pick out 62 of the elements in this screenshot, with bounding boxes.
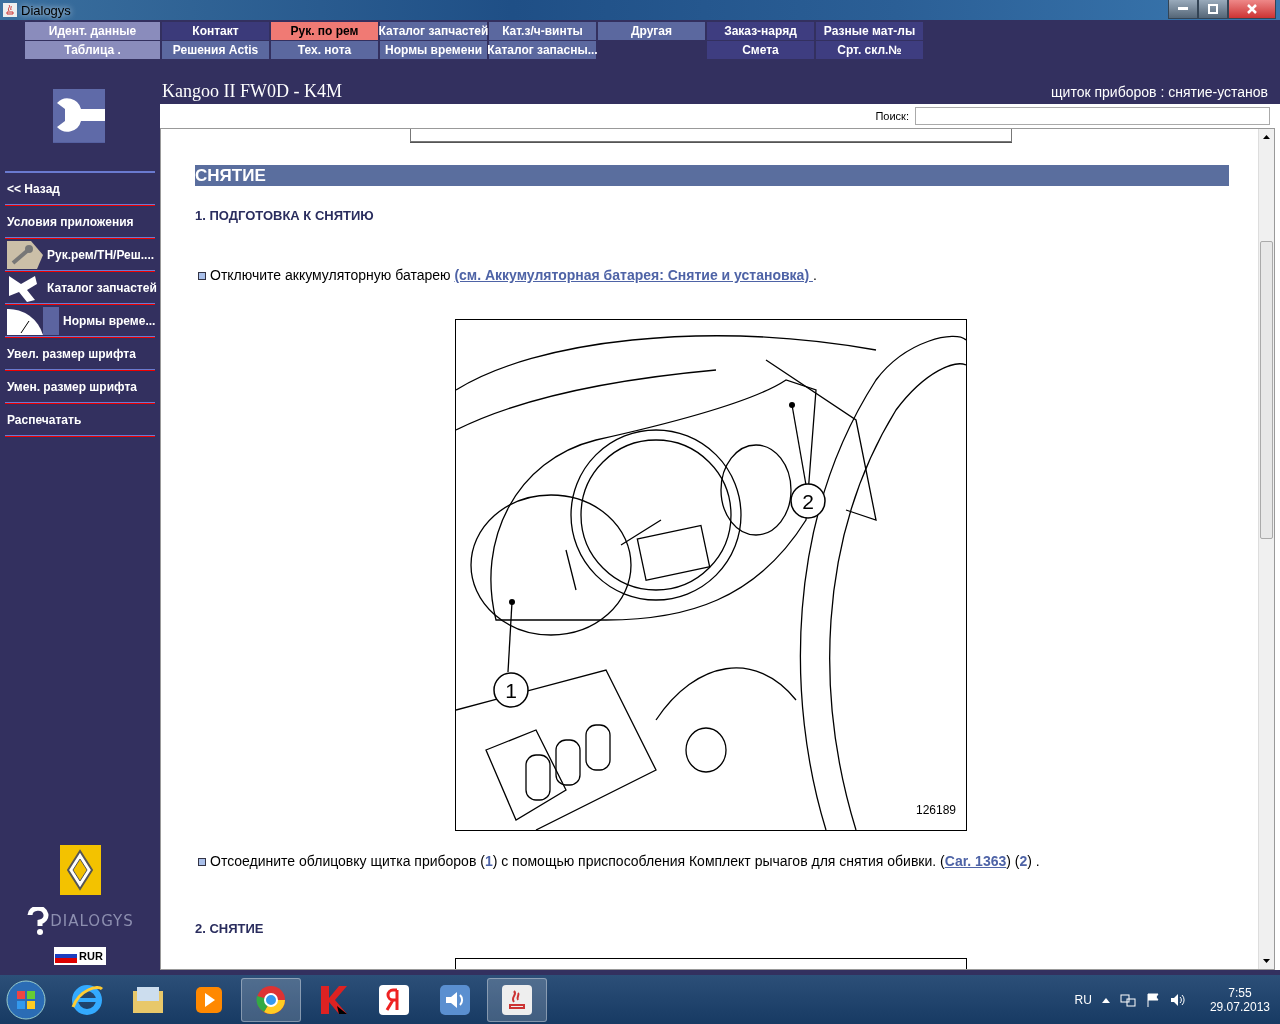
menu-tab[interactable]: Заказ-наряд xyxy=(707,22,814,40)
menu-tab[interactable]: Тех. нота xyxy=(271,41,378,59)
close-icon xyxy=(1247,4,1257,14)
java-app-icon xyxy=(3,3,17,17)
chrome-icon[interactable] xyxy=(241,977,301,1022)
bullet-icon xyxy=(198,272,206,280)
brand-name: DIALOGYS xyxy=(50,912,134,930)
wrench-icon xyxy=(7,240,43,269)
menu-tab[interactable]: Нормы времени xyxy=(380,41,487,59)
reference-link[interactable]: (см. Аккумуляторная батарея: Снятие и установка) xyxy=(454,267,813,283)
search-field[interactable] xyxy=(915,107,1270,125)
menu-tab[interactable]: Рук. по рем xyxy=(271,22,378,40)
sidebar-item[interactable]: Нормы време... xyxy=(5,305,155,337)
menu-tab[interactable]: Каталог запасны... xyxy=(489,41,596,59)
menu-tab[interactable]: Другая xyxy=(598,22,705,40)
topic-title: щиток приборов : снятие-установ xyxy=(1051,84,1268,102)
bullet-icon xyxy=(198,858,206,866)
java-icon[interactable] xyxy=(487,977,547,1022)
sidebar-item[interactable]: Увел. размер шрифта xyxy=(5,338,155,370)
menu-tab[interactable]: Разные мат-лы xyxy=(816,22,923,40)
sidebar-item[interactable]: Условия приложения xyxy=(5,206,155,238)
maximize-button[interactable] xyxy=(1198,0,1228,19)
vehicle-title: Kangoo II FW0D - K4M xyxy=(162,81,342,102)
wrench-logo-icon xyxy=(53,89,105,143)
step-heading: 2. СНЯТИЕ xyxy=(195,921,265,936)
minimize-icon xyxy=(1178,7,1188,11)
currency-badge: RUR xyxy=(54,947,106,965)
sidebar-item[interactable]: << Назад xyxy=(5,173,155,205)
start-button[interactable] xyxy=(6,979,46,1020)
sidebar-item[interactable]: Каталог запчастей xyxy=(5,272,155,304)
instruction-text: Отсоедините облицовку щитка приборов (1) с помощью приспособления Комплект рычагов для снятия обивки. (Car. 1363) (2) . xyxy=(210,853,1040,869)
clock[interactable]: 7:55 29.07.2013 xyxy=(1209,985,1270,1014)
menu-tab[interactable]: Срт. скл.№ xyxy=(816,41,923,59)
scrollbar[interactable] xyxy=(1258,129,1274,969)
sidebar-item[interactable]: Умен. размер шрифта xyxy=(5,371,155,403)
instruction-text: Отключите аккумуляторную батарею (см. Аккумуляторная батарея: Снятие и установка) . xyxy=(210,267,817,283)
menu-tab[interactable]: Кат.з/ч-винты xyxy=(489,22,596,40)
step-heading: 1. ПОДГОТОВКА К СНЯТИЮ xyxy=(195,208,375,223)
reference-link[interactable]: Car. 1363 xyxy=(944,853,1007,869)
callout-number: 1 xyxy=(505,679,517,702)
sidebar-item[interactable]: Рук.рем/ТН/Реш.... xyxy=(5,239,155,271)
gauge-icon xyxy=(7,306,59,335)
menu-tab[interactable]: Решения Actis xyxy=(162,41,269,59)
maximize-icon xyxy=(1208,4,1218,14)
sidebar-item[interactable]: Распечатать xyxy=(5,404,155,436)
section-header: СНЯТИЕ xyxy=(195,165,1229,186)
caret-icon[interactable] xyxy=(1101,996,1110,1003)
menu-tab[interactable]: Каталог запчастей xyxy=(380,22,487,40)
network-icon[interactable] xyxy=(1119,992,1136,1007)
menu-tab[interactable]: Контакт xyxy=(162,22,269,40)
flag-icon[interactable] xyxy=(1145,992,1160,1007)
window-title: Dialogys xyxy=(21,2,71,18)
diamond-logo-icon xyxy=(59,845,101,895)
language-indicator[interactable]: RU xyxy=(1074,992,1092,1007)
minimize-button[interactable] xyxy=(1168,0,1198,19)
figure-number: 126189 xyxy=(915,803,956,817)
question-mark-icon xyxy=(26,907,51,935)
search-label: Поиск: xyxy=(875,110,909,122)
close-button[interactable] xyxy=(1228,0,1276,19)
volume-icon[interactable] xyxy=(1169,992,1186,1007)
menu-tab[interactable]: Смета xyxy=(707,41,814,59)
callout-number: 2 xyxy=(802,490,814,513)
